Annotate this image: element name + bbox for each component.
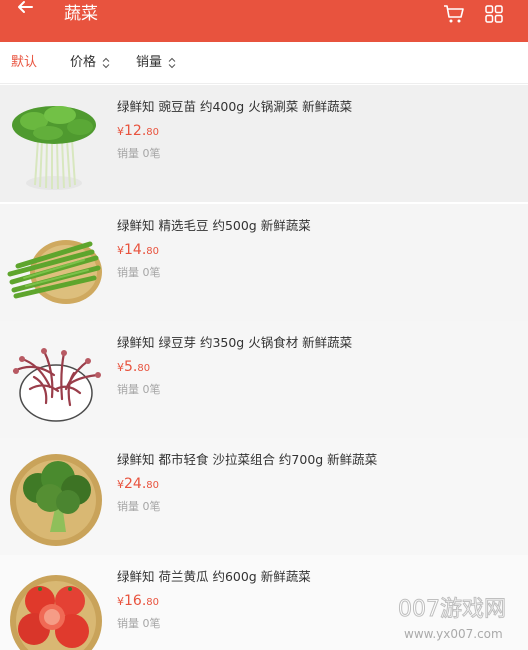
product-price: ¥5.80 [117,357,150,378]
watermark-url: www.yx007.com [404,627,503,641]
pea-sprouts-image [12,106,96,190]
product-row[interactable]: 绿鲜知 都市轻食 沙拉菜组合 约700g 新鲜蔬菜 ¥24.80 销量 0笔 [0,438,528,555]
sort-sales-label: 销量 [136,55,163,70]
price-decimal: 80 [146,480,159,491]
product-title: 绿鲜知 绿豆芽 约350g 火锅食材 新鲜蔬菜 [117,335,353,350]
product-price: ¥14.80 [117,240,159,261]
grid-view-button[interactable] [484,4,504,24]
page-title: 蔬菜 [64,4,98,24]
product-sales: 销量 0笔 [117,147,161,160]
price-integer: 16. [124,593,147,609]
site-watermark: 007游戏网 www.yx007.com [398,596,526,648]
price-integer: 24. [124,476,147,492]
header-bar: 蔬菜 [0,0,528,42]
sort-updown-icon [102,57,110,69]
product-row[interactable]: 绿鲜知 绿豆芽 约350g 火锅食材 新鲜蔬菜 ¥5.80 销量 0笔 [0,321,528,438]
price-currency: ¥ [117,478,124,491]
sort-default-tab[interactable]: 默认 [11,54,37,72]
price-currency: ¥ [117,595,124,608]
sort-updown-icon [168,57,176,69]
watermark-title: 007游戏网 [398,597,507,623]
product-price: ¥16.80 [117,591,159,612]
edamame-pods-image [7,240,102,304]
cart-icon [444,5,464,23]
product-title: 绿鲜知 都市轻食 沙拉菜组合 约700g 新鲜蔬菜 [117,452,378,467]
product-sales: 销量 0笔 [117,266,161,279]
price-decimal: 80 [146,597,159,608]
back-button[interactable] [12,0,38,14]
price-currency: ¥ [117,361,124,374]
product-row[interactable]: 绿鲜知 豌豆苗 约400g 火锅涮菜 新鲜蔬菜 ¥12.80 销量 0笔 [0,85,528,202]
product-title: 绿鲜知 荷兰黄瓜 约600g 新鲜蔬菜 [117,569,311,584]
product-sales: 销量 0笔 [117,500,161,513]
product-sales: 销量 0笔 [117,383,161,396]
price-decimal: 80 [137,363,151,374]
price-decimal: 80 [146,127,159,138]
broccoli-image [10,454,102,546]
sort-bar: 默认 价格 销量 [0,42,528,84]
back-arrow-icon [18,1,33,13]
product-price: ¥12.80 [117,121,159,142]
sort-price-tab[interactable]: 价格 [70,54,110,72]
price-currency: ¥ [117,244,124,257]
price-integer: 5. [124,359,138,375]
product-price: ¥24.80 [117,474,159,495]
tomatoes-image [10,575,102,650]
grid-view-icon [485,5,503,23]
product-list-page: 蔬菜 默认 价格 销量 绿鲜知 豌豆苗 约400g 火锅涮菜 新鲜蔬菜 ¥12.… [0,0,528,650]
price-currency: ¥ [117,125,124,138]
product-sales: 销量 0笔 [117,617,161,630]
bean-sprouts-image [12,348,101,422]
cart-button[interactable] [443,4,465,24]
price-decimal: 80 [146,246,159,257]
sort-price-label: 价格 [70,55,97,70]
sort-sales-tab[interactable]: 销量 [136,54,176,72]
product-list: 绿鲜知 豌豆苗 约400g 火锅涮菜 新鲜蔬菜 ¥12.80 销量 0笔 绿鲜知… [0,85,528,650]
price-integer: 12. [124,123,147,139]
product-title: 绿鲜知 豌豆苗 约400g 火锅涮菜 新鲜蔬菜 [117,99,353,114]
price-integer: 14. [124,242,147,258]
sort-default-label: 默认 [11,55,38,70]
product-title: 绿鲜知 精选毛豆 约500g 新鲜蔬菜 [117,218,311,233]
product-row[interactable]: 绿鲜知 精选毛豆 约500g 新鲜蔬菜 ¥14.80 销量 0笔 [0,204,528,321]
